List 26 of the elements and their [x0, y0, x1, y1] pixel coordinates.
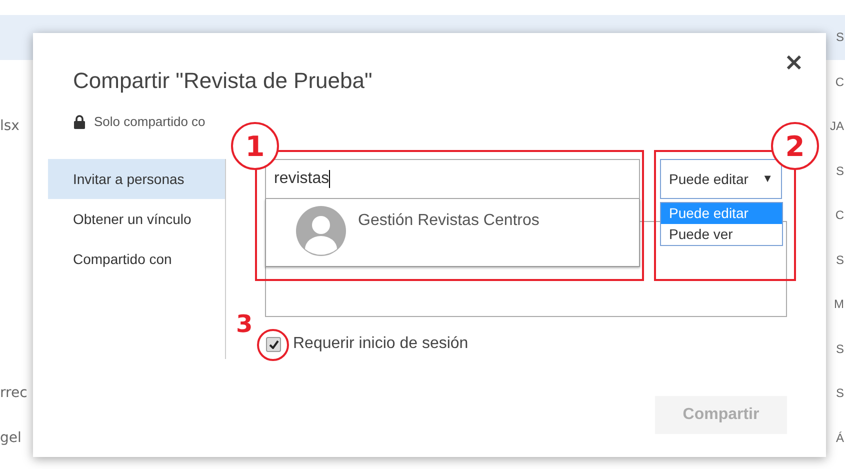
- permission-dropdown[interactable]: Puede editar ▼: [660, 159, 782, 199]
- list-cell: JA: [830, 119, 845, 134]
- file-name: lsx: [0, 118, 20, 134]
- callout-badge: [257, 329, 289, 361]
- dropdown-option[interactable]: Puede ver: [661, 224, 782, 245]
- nav-item[interactable]: Invitar a personas: [48, 159, 225, 199]
- people-input-field[interactable]: revistas: [265, 159, 640, 199]
- list-cell: Á: [836, 430, 845, 445]
- checkbox[interactable]: [266, 336, 281, 352]
- person-name: Gestión Revistas Centros: [358, 212, 540, 230]
- suggestion-item[interactable]: Gestión Revistas Centros: [266, 199, 639, 266]
- close-button[interactable]: ×: [782, 49, 806, 75]
- lock-icon: [74, 114, 85, 128]
- list-cell: M: [834, 297, 845, 312]
- nav-item[interactable]: Compartido con: [48, 239, 225, 279]
- list-cell: S: [836, 386, 845, 400]
- checkbox-label: Requerir inicio de sesión: [293, 335, 468, 353]
- callout-number: 3: [236, 310, 253, 338]
- avatar-icon: [296, 206, 346, 256]
- file-name: rrec: [0, 385, 28, 402]
- list-cell: S: [836, 342, 845, 356]
- list-cell: S: [836, 30, 845, 44]
- sharing-note: Solo compartido co: [94, 114, 206, 129]
- dialog-title: Compartir "Revista de Prueba": [73, 67, 374, 95]
- nav-item[interactable]: Obtener un vínculo: [48, 199, 225, 239]
- file-name: gel: [0, 430, 22, 446]
